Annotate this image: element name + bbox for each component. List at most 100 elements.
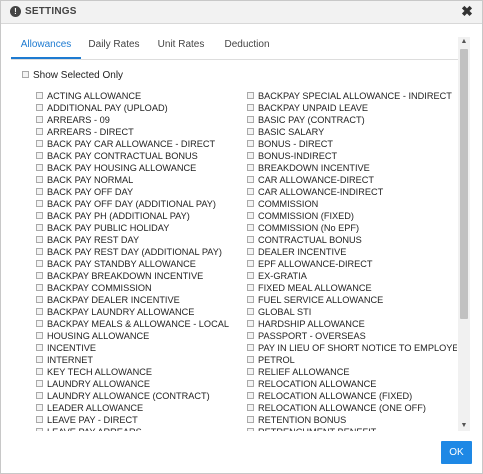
checkbox-icon[interactable] [36,164,43,172]
allowance-option[interactable]: BACK PAY REST DAY (ADDITIONAL PAY) [36,246,241,258]
checkbox-icon[interactable] [36,92,43,100]
checkbox-icon[interactable] [36,428,43,431]
checkbox-icon[interactable] [36,200,43,208]
checkbox-icon[interactable] [247,164,254,172]
allowance-option[interactable]: BASIC PAY (CONTRACT) [247,114,457,126]
checkbox-icon[interactable] [36,416,43,424]
allowance-option[interactable]: INTERNET [36,354,241,366]
allowance-option[interactable]: RETRENCHMENT BENEFIT [247,426,457,431]
allowance-option[interactable]: BONUS-INDIRECT [247,150,457,162]
checkbox-icon[interactable] [36,152,43,160]
allowance-option[interactable]: KEY TECH ALLOWANCE [36,366,241,378]
allowance-option[interactable]: BREAKDOWN INCENTIVE [247,162,457,174]
allowance-option[interactable]: BASIC SALARY [247,126,457,138]
checkbox-icon[interactable] [247,200,254,208]
allowance-option[interactable]: DEALER INCENTIVE [247,246,457,258]
allowance-option[interactable]: BACK PAY PUBLIC HOLIDAY [36,222,241,234]
checkbox-icon[interactable] [247,212,254,220]
checkbox-icon[interactable] [36,332,43,340]
allowance-option[interactable]: BACK PAY OFF DAY (ADDITIONAL PAY) [36,198,241,210]
checkbox-icon[interactable] [247,284,254,292]
checkbox-icon[interactable] [247,116,254,124]
ok-button[interactable]: OK [441,441,472,464]
allowance-option[interactable]: BONUS - DIRECT [247,138,457,150]
allowance-option[interactable]: CONTRACTUAL BONUS [247,234,457,246]
checkbox-icon[interactable] [247,344,254,352]
scroll-down-icon[interactable]: ▼ [458,421,470,431]
allowance-option[interactable]: BACK PAY REST DAY [36,234,241,246]
tab-daily-rates[interactable]: Daily Rates [83,31,145,59]
checkbox-icon[interactable] [36,380,43,388]
allowance-option[interactable]: EPF ALLOWANCE-DIRECT [247,258,457,270]
allowance-option[interactable]: BACKPAY BREAKDOWN INCENTIVE [36,270,241,282]
tab-unit-rates[interactable]: Unit Rates [151,31,211,59]
allowance-option[interactable]: GLOBAL STI [247,306,457,318]
checkbox-icon[interactable] [36,236,43,244]
allowance-option[interactable]: BACK PAY HOUSING ALLOWANCE [36,162,241,174]
scroll-thumb[interactable] [460,49,468,319]
allowance-option[interactable]: RETENTION BONUS [247,414,457,426]
checkbox-icon[interactable] [247,236,254,244]
checkbox-icon[interactable] [247,356,254,364]
checkbox-icon[interactable] [36,140,43,148]
allowance-option[interactable]: CAR ALLOWANCE-INDIRECT [247,186,457,198]
allowance-option[interactable]: INCENTIVE [36,342,241,354]
allowance-option[interactable]: PAY IN LIEU OF SHORT NOTICE TO EMPLOYEE [247,342,457,354]
checkbox-icon[interactable] [247,224,254,232]
checkbox-icon[interactable] [36,392,43,400]
allowance-option[interactable]: BACKPAY UNPAID LEAVE [247,102,457,114]
allowance-option[interactable]: RELOCATION ALLOWANCE (ONE OFF) [247,402,457,414]
allowance-option[interactable]: BACK PAY PH (ADDITIONAL PAY) [36,210,241,222]
allowance-option[interactable]: BACKPAY LAUNDRY ALLOWANCE [36,306,241,318]
checkbox-icon[interactable] [36,260,43,268]
checkbox-icon[interactable] [247,260,254,268]
checkbox-icon[interactable] [247,140,254,148]
scroll-up-icon[interactable]: ▲ [458,37,470,47]
checkbox-icon[interactable] [36,344,43,352]
allowance-option[interactable]: BACK PAY OFF DAY [36,186,241,198]
allowance-option[interactable]: LEAVE PAY ARREARS [36,426,241,431]
allowance-option[interactable]: FIXED MEAL ALLOWANCE [247,282,457,294]
vertical-scrollbar[interactable]: ▲ ▼ [458,37,470,431]
checkbox-icon[interactable] [247,128,254,136]
close-icon[interactable]: ✖ [460,4,474,18]
checkbox-icon[interactable] [247,380,254,388]
allowance-option[interactable]: BACK PAY CONTRACTUAL BONUS [36,150,241,162]
checkbox-icon[interactable] [36,116,43,124]
checkbox-icon[interactable] [36,104,43,112]
checkbox-icon[interactable] [247,332,254,340]
checkbox-icon[interactable] [247,308,254,316]
checkbox-icon[interactable] [247,272,254,280]
allowance-option[interactable]: BACKPAY COMMISSION [36,282,241,294]
checkbox-icon[interactable] [22,70,29,78]
allowance-option[interactable]: PASSPORT - OVERSEAS [247,330,457,342]
checkbox-icon[interactable] [247,104,254,112]
allowance-option[interactable]: BACKPAY MEALS & ALLOWANCE - LOCAL [36,318,241,330]
allowance-option[interactable]: ARREARS - DIRECT [36,126,241,138]
allowance-option[interactable]: BACK PAY NORMAL [36,174,241,186]
allowance-option[interactable]: LAUNDRY ALLOWANCE [36,378,241,390]
allowance-option[interactable]: BACKPAY SPECIAL ALLOWANCE - INDIRECT [247,90,457,102]
checkbox-icon[interactable] [36,356,43,364]
tab-deduction[interactable]: Deduction [217,31,277,59]
allowance-option[interactable]: RELOCATION ALLOWANCE [247,378,457,390]
checkbox-icon[interactable] [247,176,254,184]
checkbox-icon[interactable] [247,392,254,400]
checkbox-icon[interactable] [36,128,43,136]
checkbox-icon[interactable] [36,308,43,316]
checkbox-icon[interactable] [36,212,43,220]
checkbox-icon[interactable] [247,320,254,328]
checkbox-icon[interactable] [247,152,254,160]
allowance-option[interactable]: HARDSHIP ALLOWANCE [247,318,457,330]
allowance-option[interactable]: ACTING ALLOWANCE [36,90,241,102]
allowance-option[interactable]: HOUSING ALLOWANCE [36,330,241,342]
allowance-option[interactable]: BACK PAY STANDBY ALLOWANCE [36,258,241,270]
checkbox-icon[interactable] [247,296,254,304]
checkbox-icon[interactable] [36,224,43,232]
allowance-option[interactable]: COMMISSION (No EPF) [247,222,457,234]
checkbox-icon[interactable] [36,176,43,184]
allowance-option[interactable]: BACKPAY DEALER INCENTIVE [36,294,241,306]
allowance-option[interactable]: CAR ALLOWANCE-DIRECT [247,174,457,186]
checkbox-icon[interactable] [36,368,43,376]
checkbox-icon[interactable] [247,404,254,412]
